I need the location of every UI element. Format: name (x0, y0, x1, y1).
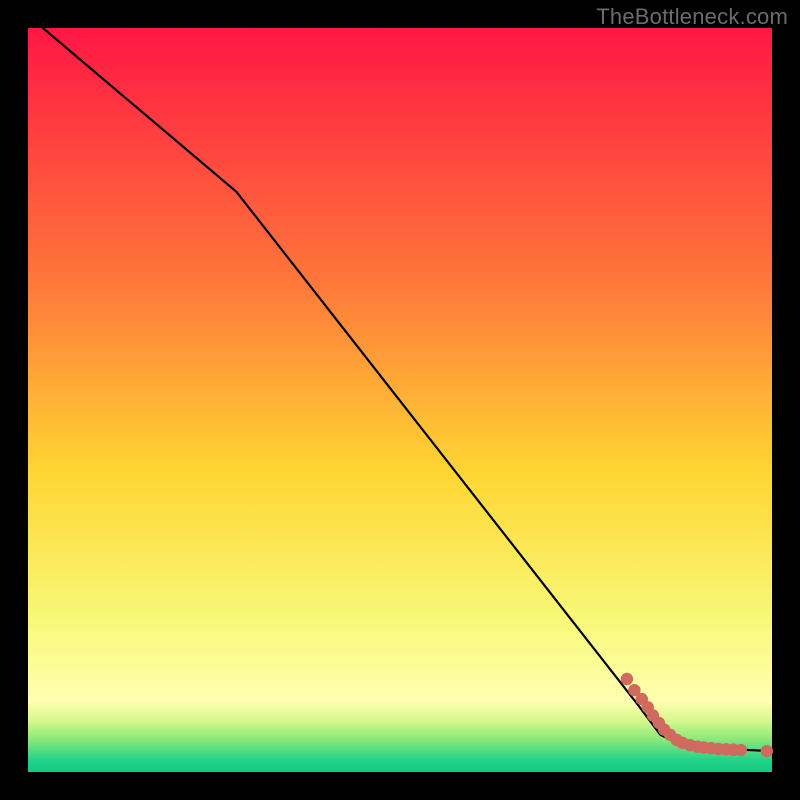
scatter-point (761, 745, 773, 757)
watermark-text: TheBottleneck.com (596, 4, 788, 30)
scatter-point (735, 744, 747, 756)
chart-container: TheBottleneck.com (0, 0, 800, 800)
bottleneck-chart (0, 0, 800, 800)
scatter-point (621, 673, 633, 685)
